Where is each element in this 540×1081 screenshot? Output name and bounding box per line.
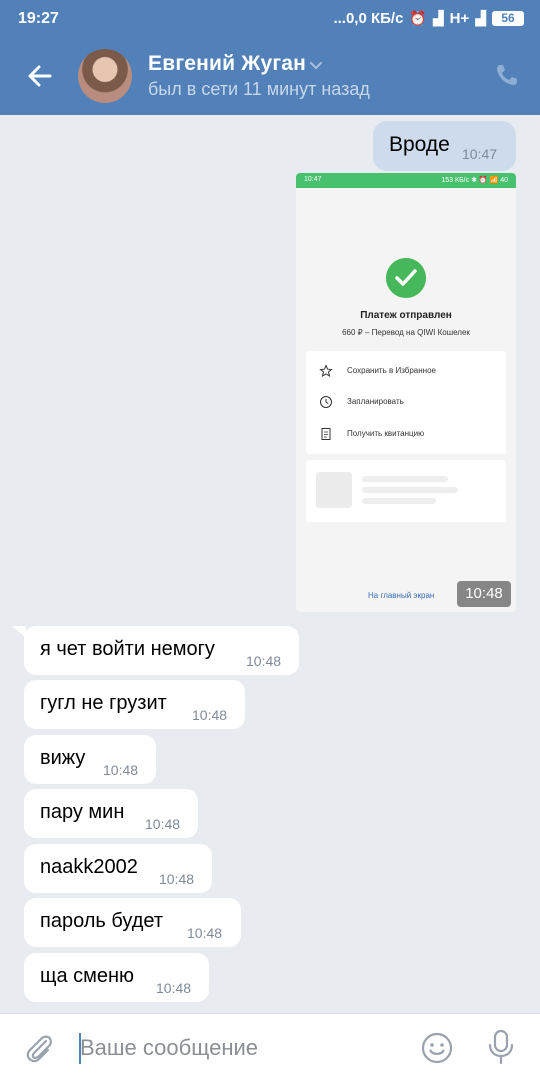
action-label: Запланировать: [347, 397, 404, 406]
payment-actions-card: Сохранить в Избранное Запланировать Полу…: [306, 351, 506, 454]
microphone-icon[interactable]: [484, 1028, 518, 1066]
home-screen-link: На главный экран: [368, 591, 435, 600]
action-label: Получить квитанцию: [347, 429, 425, 438]
placeholder-line: [362, 487, 458, 493]
app-header: 19:27 ...0,0 КБ/с ⏰ ▟ H+ ▟ 56 Евгений Жу…: [0, 0, 540, 115]
phone-call-icon[interactable]: [492, 60, 522, 90]
incoming-message[interactable]: гугл не грузит 10:48: [24, 680, 245, 729]
incoming-message[interactable]: naakk2002 10:48: [24, 844, 212, 893]
alarm-icon: ⏰: [409, 10, 427, 26]
placeholder-thumbnail: [316, 472, 352, 508]
message-composer: [0, 1013, 540, 1081]
message-text: ща сменю: [40, 965, 135, 987]
status-bar: 19:27 ...0,0 КБ/с ⏰ ▟ H+ ▟ 56: [0, 0, 540, 38]
incoming-message[interactable]: пароль будет 10:48: [24, 898, 241, 947]
message-time: 10:48: [246, 653, 282, 669]
star-icon: [319, 364, 333, 378]
outgoing-photo-message[interactable]: 10:47 153 КБ/с ✱ ⏰ 📶 40 Платеж отправлен…: [296, 173, 516, 612]
status-time: 19:27: [18, 10, 59, 27]
message-text: пару мин: [40, 801, 125, 823]
message-text: naakk2002: [40, 856, 138, 878]
message-time: 10:48: [103, 762, 139, 778]
message-text: вижу: [40, 747, 86, 769]
message-text: я чет войти немогу: [40, 638, 215, 660]
action-schedule: Запланировать: [306, 388, 506, 416]
incoming-message[interactable]: пару мин 10:48: [24, 789, 198, 838]
photo-message-time: 10:48: [457, 581, 511, 607]
network-type: H+: [449, 10, 470, 27]
paperclip-icon[interactable]: [22, 1031, 56, 1065]
outgoing-message[interactable]: Вроде 10:47: [373, 121, 516, 171]
payment-title: Платеж отправлен: [360, 310, 452, 321]
placeholder-line: [362, 498, 436, 504]
clock-icon: [320, 396, 332, 408]
action-save-favorite: Сохранить в Избранное: [306, 357, 506, 385]
loading-placeholder-card: [306, 460, 506, 522]
incoming-message[interactable]: я чет войти немогу 10:48: [24, 626, 299, 675]
message-time: 10:47: [462, 146, 498, 162]
contact-name[interactable]: Евгений Жуган: [148, 52, 306, 76]
check-circle-icon: [386, 258, 426, 298]
signal-strength-icon: ▟: [475, 10, 486, 26]
message-time: 10:48: [156, 980, 192, 996]
message-text: гугл не грузит: [40, 692, 167, 714]
action-label: Сохранить в Избранное: [347, 366, 436, 375]
payment-subtitle: 660 ₽ – Перевод на QIWI Кошелек: [342, 328, 470, 337]
screenshot-status-time: 10:47: [304, 176, 322, 183]
incoming-message[interactable]: вижу 10:48: [24, 735, 156, 784]
action-receipt: Получить квитанцию: [306, 420, 506, 448]
message-time: 10:48: [192, 707, 228, 723]
last-seen-status: был в сети 11 минут назад: [148, 79, 370, 99]
receipt-icon: [321, 428, 331, 440]
battery-icon: 56: [492, 11, 524, 26]
placeholder-line: [362, 476, 448, 482]
status-indicators: ...0,0 КБ/с ⏰ ▟ H+ ▟ 56: [333, 10, 524, 27]
signal-icon: ▟: [432, 10, 444, 26]
screenshot-status-bar: 10:47 153 КБ/с ✱ ⏰ 📶 40: [296, 173, 516, 188]
message-time: 10:48: [145, 816, 181, 832]
chevron-down-icon[interactable]: [308, 60, 324, 72]
message-time: 10:48: [159, 871, 195, 887]
contact-avatar[interactable]: [78, 49, 132, 103]
incoming-message[interactable]: ща сменю 10:48: [24, 953, 209, 1002]
message-text: пароль будет: [40, 910, 164, 932]
message-time: 10:48: [187, 925, 223, 941]
message-text: Вроде: [389, 133, 450, 156]
back-arrow-icon[interactable]: [22, 58, 58, 94]
network-speed: ...0,0 КБ/с: [333, 10, 404, 27]
screenshot-status-indicators: 153 КБ/с ✱ ⏰ 📶 40: [441, 177, 508, 184]
message-input[interactable]: [80, 1028, 400, 1068]
message-list[interactable]: Вроде 10:47 10:47 153 КБ/с ✱ ⏰ 📶 40 Плат…: [0, 115, 540, 1013]
emoji-icon[interactable]: [420, 1031, 454, 1065]
